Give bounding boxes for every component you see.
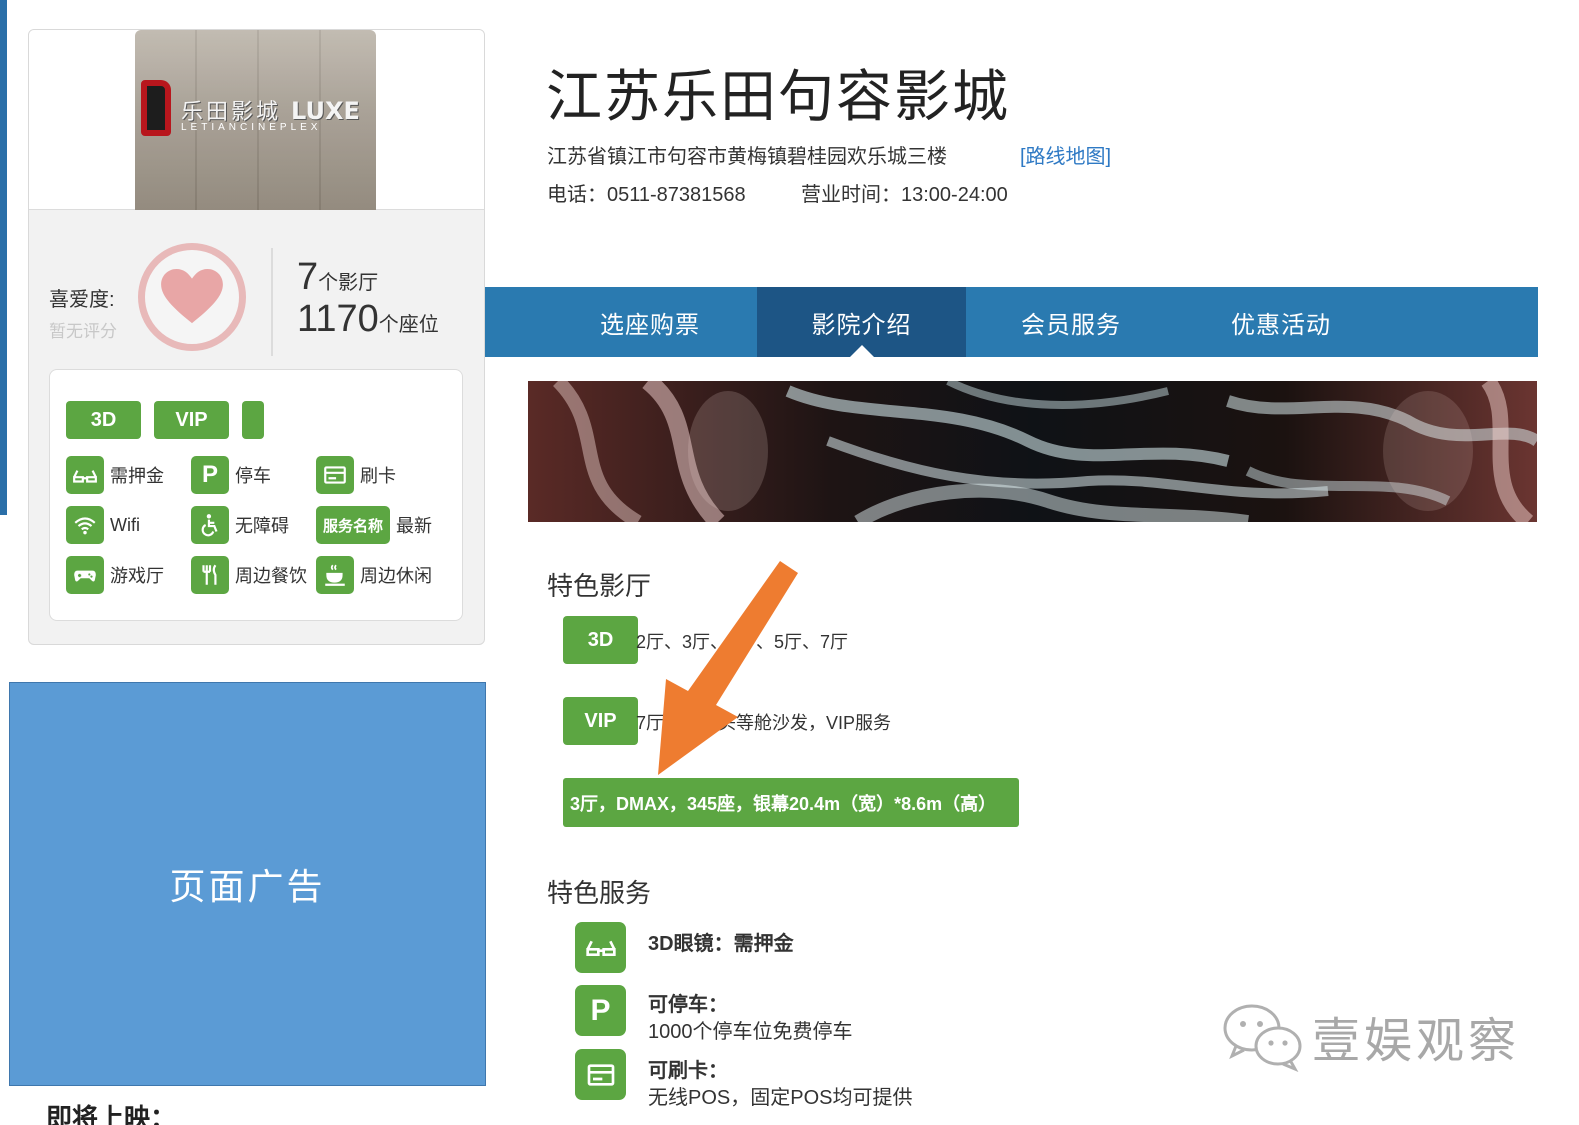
feature-label: 周边餐饮 [235, 566, 307, 586]
feature-dining: 周边餐饮 [191, 556, 307, 594]
dining-icon [191, 556, 229, 594]
feature-card: 刷卡 [316, 456, 396, 494]
accessibility-icon [191, 506, 229, 544]
rating-value: 暂无评分 [49, 322, 117, 341]
seat-count-unit: 个座位 [378, 314, 439, 336]
glasses-icon [66, 456, 104, 494]
feature-accessibility: 无障碍 [191, 506, 289, 544]
wechat-icon [1223, 1004, 1302, 1072]
logo-mark-icon [141, 80, 171, 136]
feature-latest: 服务名称 最新 [316, 506, 432, 544]
feature-box: 3D VIP 需押金 P 停车 刷卡 Wifi 无障碍 服务名称 最新 游戏厅 … [49, 369, 463, 621]
seat-count: 1170个座位 [297, 298, 439, 341]
hall-count-unit: 个影厅 [318, 272, 379, 294]
feature-deposit: 需押金 [66, 456, 164, 494]
parking-icon: P [191, 456, 229, 494]
service-name-tag: 服务名称 [316, 506, 390, 544]
featured-services-title: 特色服务 [547, 878, 652, 908]
parking-icon: P [575, 985, 626, 1036]
tag-more [242, 401, 264, 439]
window-edge [0, 0, 7, 515]
route-map-link[interactable]: [路线地图] [1020, 140, 1111, 169]
rating-label: 喜爱度: [49, 289, 115, 311]
like-heart-button[interactable] [138, 243, 246, 351]
feature-label: 周边休闲 [360, 566, 432, 586]
cinema-hours: 营业时间：13:00-24:00 [801, 184, 1008, 206]
service-desc-card: 无线POS，固定POS均可提供 [648, 1087, 913, 1109]
watermark-text: 壹娱观察 [1312, 1015, 1521, 1068]
coming-soon-heading: 即将上映： [46, 1103, 177, 1125]
gamepad-icon [66, 556, 104, 594]
seat-count-number: 1170 [297, 298, 379, 340]
annotation-arrow-icon [658, 561, 798, 775]
service-title-card: 可刷卡： [648, 1060, 728, 1082]
card-icon [316, 456, 354, 494]
dmax-hall-bar: 3厅，DMAX，345座，银幕20.4m（宽）*8.6m（高） [563, 778, 1019, 827]
ad-label: 页面广告 [169, 866, 326, 907]
cinema-photo[interactable]: 乐田影城 LUXE LETIANCINEPLEX [135, 30, 376, 210]
tag-3d: 3D [66, 401, 141, 439]
intro-banner [528, 381, 1537, 522]
logo-sub: LETIANCINEPLEX [181, 122, 322, 133]
feature-label: 最新 [396, 516, 432, 536]
glasses-icon [575, 922, 626, 973]
feature-arcade: 游戏厅 [66, 556, 164, 594]
tab-seat-selection[interactable]: 选座购票 [545, 287, 755, 357]
service-title-glasses: 3D眼镜：需押金 [648, 933, 794, 955]
tag-vip: VIP [154, 401, 229, 439]
logo-brand: LUXE [291, 97, 360, 125]
watermark: 壹娱观察 [1222, 1000, 1520, 1072]
heart-icon [161, 269, 223, 324]
feature-leisure: 周边休闲 [316, 556, 432, 594]
tab-member-service[interactable]: 会员服务 [966, 287, 1176, 357]
service-desc-parking: 1000个停车位免费停车 [648, 1021, 853, 1043]
tab-cinema-intro[interactable]: 影院介绍 [757, 287, 966, 357]
photo-area: 乐田影城 LUXE LETIANCINEPLEX [29, 30, 484, 210]
page-ad[interactable]: 页面广告 [9, 682, 486, 1086]
feature-label: 停车 [235, 466, 271, 486]
stat-divider [271, 248, 273, 356]
cinema-info-card: 乐田影城 LUXE LETIANCINEPLEX 喜爱度: 暂无评分 7个影厅 … [28, 29, 485, 645]
main-nav: 选座购票 影院介绍 会员服务 优惠活动 [485, 287, 1538, 357]
hall-count-number: 7 [297, 256, 319, 298]
cinema-phone: 电话：0511-87381568 [547, 184, 746, 206]
feature-parking: P 停车 [191, 456, 271, 494]
card-icon [575, 1049, 626, 1100]
banner-smoke-art [552, 381, 1537, 522]
feature-label: 需押金 [110, 466, 164, 486]
cup-icon [316, 556, 354, 594]
feature-wifi: Wifi [66, 506, 140, 544]
feature-label: 刷卡 [360, 466, 396, 486]
wifi-icon [66, 506, 104, 544]
service-title-parking: 可停车： [648, 994, 728, 1016]
page-title: 江苏乐田句容影城 [546, 65, 1010, 128]
feature-label: 无障碍 [235, 516, 289, 536]
cinema-address: 江苏省镇江市句容市黄梅镇碧桂园欢乐城三楼 [547, 146, 947, 168]
feature-label: 游戏厅 [110, 566, 164, 586]
hall-count: 7个影厅 [297, 256, 378, 299]
tab-promotions[interactable]: 优惠活动 [1176, 287, 1386, 357]
feature-label: Wifi [110, 514, 140, 535]
